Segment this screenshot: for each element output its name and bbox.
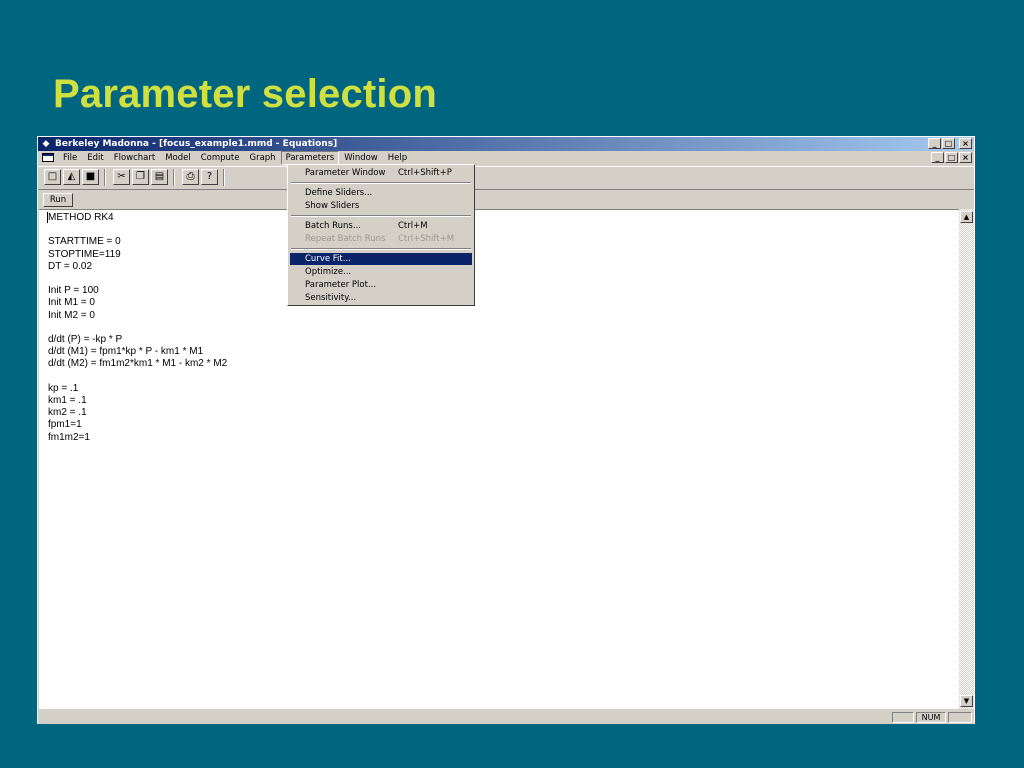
code-line: d/dt (M1) = fpm1*kp * P - km1 * M1 xyxy=(48,346,204,358)
menu-separator xyxy=(291,248,471,250)
window-title: Berkeley Madonna - [focus_example1.mmd -… xyxy=(55,139,338,149)
run-button[interactable]: Run xyxy=(43,193,73,207)
menu-graph[interactable]: Graph xyxy=(245,151,281,165)
code-line: km1 = .1 xyxy=(48,395,87,406)
vertical-scrollbar[interactable]: ▲ ▼ xyxy=(959,209,974,709)
menu-item-shortcut: Ctrl+Shift+P xyxy=(398,168,452,178)
slide-title: Parameter selection xyxy=(53,72,437,116)
code-line: STARTTIME = 0 xyxy=(48,236,121,248)
menubar: File Edit Flowchart Model Compute Graph Parame… xyxy=(38,151,974,165)
doc-restore-button[interactable]: □ xyxy=(945,152,958,163)
doc-close-button[interactable]: × xyxy=(959,152,972,163)
menu-help[interactable]: Help xyxy=(383,151,412,165)
status-pane xyxy=(892,712,914,723)
status-pane xyxy=(948,712,972,723)
code-line: d/dt (M2) = fm1m2*km1 * M1 - km2 * M2 xyxy=(48,358,228,370)
menu-file[interactable]: File xyxy=(58,151,82,165)
menu-item-label: Batch Runs... xyxy=(305,221,361,231)
menu-window[interactable]: Window xyxy=(339,151,383,165)
menu-item-label: Parameter Window xyxy=(305,168,386,178)
menu-item-label: Curve Fit... xyxy=(305,254,351,264)
menu-separator xyxy=(291,215,471,217)
document-icon[interactable] xyxy=(42,153,54,162)
statusbar: NUM xyxy=(38,710,974,724)
menu-item-label: Optimize... xyxy=(305,267,352,277)
menu-item-shortcut: Ctrl+Shift+M xyxy=(398,234,455,244)
save-icon[interactable]: ■ xyxy=(82,169,99,185)
menu-item-label: Parameter Plot... xyxy=(305,280,377,290)
menu-item-parameter-plot[interactable]: Parameter Plot... xyxy=(290,279,472,291)
scroll-down-icon[interactable]: ▼ xyxy=(960,695,973,707)
diamond-app-icon: ◆ xyxy=(42,139,50,149)
open-icon[interactable]: ◭ xyxy=(63,169,80,185)
menu-item-repeat-batch-runs[interactable]: Repeat Batch Runs Ctrl+Shift+M xyxy=(290,233,472,245)
menu-item-define-sliders[interactable]: Define Sliders... xyxy=(290,187,472,199)
copy-icon[interactable]: ❐ xyxy=(132,169,149,185)
code-line: Init P = 100 xyxy=(48,285,99,297)
menu-item-sensitivity[interactable]: Sensitivity... xyxy=(290,292,472,304)
menu-item-batch-runs[interactable]: Batch Runs... Ctrl+M xyxy=(290,220,472,232)
code-line: METHOD RK4 xyxy=(48,212,114,223)
menu-parameters[interactable]: Parameters xyxy=(280,151,340,165)
menu-item-label: Repeat Batch Runs xyxy=(305,234,386,244)
run-bar: Run xyxy=(38,189,974,210)
code-line: km2 = .1 xyxy=(48,407,87,419)
code-line: STOPTIME=119 xyxy=(48,248,121,260)
cut-icon[interactable]: ✂ xyxy=(113,169,130,185)
help-icon[interactable]: ? xyxy=(201,169,218,185)
menu-item-show-sliders[interactable]: Show Sliders xyxy=(290,200,472,212)
menu-item-curve-fit[interactable]: Curve Fit... xyxy=(290,253,472,265)
window-titlebar[interactable]: ◆ Berkeley Madonna - [focus_example1.mmd… xyxy=(38,137,974,151)
menu-item-label: Sensitivity... xyxy=(305,293,357,303)
code-line: Init M2 = 0 xyxy=(48,309,95,321)
menu-item-parameter-window[interactable]: Parameter Window Ctrl+Shift+P xyxy=(290,167,472,179)
menu-edit[interactable]: Edit xyxy=(82,151,108,165)
scroll-up-icon[interactable]: ▲ xyxy=(960,211,973,223)
doc-minimize-button[interactable]: _ xyxy=(931,152,944,163)
menu-item-shortcut: Ctrl+M xyxy=(398,221,428,231)
code-line: Init M1 = 0 xyxy=(48,297,95,309)
new-icon[interactable]: □ xyxy=(44,169,61,185)
code-line: fm1m2=1 xyxy=(48,431,90,443)
minimize-button[interactable]: _ xyxy=(928,138,941,149)
code-line: fpm1=1 xyxy=(48,419,82,431)
menu-flowchart[interactable]: Flowchart xyxy=(109,151,161,165)
menu-item-label: Define Sliders... xyxy=(305,188,373,198)
equations-editor[interactable]: METHOD RK4 STARTTIME = 0 STOPTIME=119 DT = … xyxy=(39,209,959,709)
menu-item-label: Show Sliders xyxy=(305,201,360,211)
close-button[interactable]: × xyxy=(959,138,972,149)
app-window: ◆ Berkeley Madonna - [focus_example1.mmd… xyxy=(37,136,975,724)
print-icon[interactable]: ⎙ xyxy=(182,169,199,185)
menu-separator xyxy=(291,182,471,184)
parameters-menu-dropdown: Parameter Window Ctrl+Shift+P Define Slide… xyxy=(287,164,475,306)
code-line: kp = .1 xyxy=(48,382,79,394)
num-indicator: NUM xyxy=(916,712,946,723)
maximize-button[interactable]: □ xyxy=(942,138,955,149)
menu-item-optimize[interactable]: Optimize... xyxy=(290,266,472,278)
toolbar: □ ◭ ■ ✂ ❐ ▤ ⎙ ? xyxy=(38,166,974,189)
menu-compute[interactable]: Compute xyxy=(196,151,245,165)
code-line: DT = 0.02 xyxy=(48,260,93,272)
code-line: d/dt (P) = -kp * P xyxy=(48,334,123,345)
menu-model[interactable]: Model xyxy=(160,151,196,165)
paste-icon[interactable]: ▤ xyxy=(151,169,168,185)
